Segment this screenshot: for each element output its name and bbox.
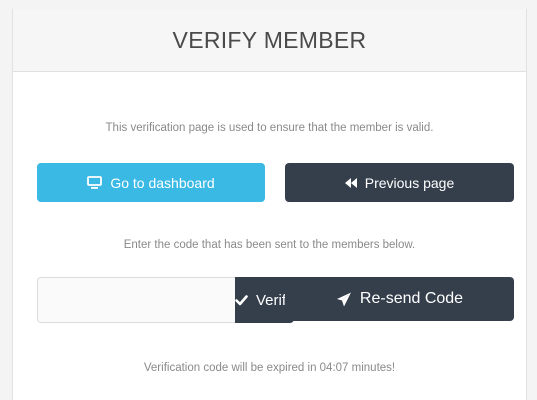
previous-page-button[interactable]: Previous page (285, 163, 514, 202)
previous-button-label: Previous page (364, 174, 455, 191)
resend-button-label: Re-send Code (359, 290, 464, 307)
instruction-text: Enter the code that has been sent to the… (123, 239, 416, 251)
backward-icon (344, 177, 357, 188)
panel-header: VERIFY MEMBER (13, 9, 526, 72)
dashboard-button-label: Go to dashboard (110, 174, 215, 191)
intro-text: This verification page is used to ensure… (105, 122, 434, 134)
page-title: VERIFY MEMBER (172, 26, 367, 53)
code-input-group: Verify (37, 277, 294, 323)
send-icon (336, 292, 352, 307)
go-to-dashboard-button[interactable]: Go to dashboard (37, 163, 265, 202)
check-icon (235, 294, 248, 306)
verification-code-input[interactable] (37, 277, 235, 323)
verify-panel: VERIFY MEMBER This verification page is … (12, 9, 527, 400)
resend-code-button[interactable]: Re-send Code (285, 277, 514, 321)
expiration-notice: Verification code will be expired in 04:… (143, 362, 396, 374)
monitor-icon (87, 176, 103, 189)
